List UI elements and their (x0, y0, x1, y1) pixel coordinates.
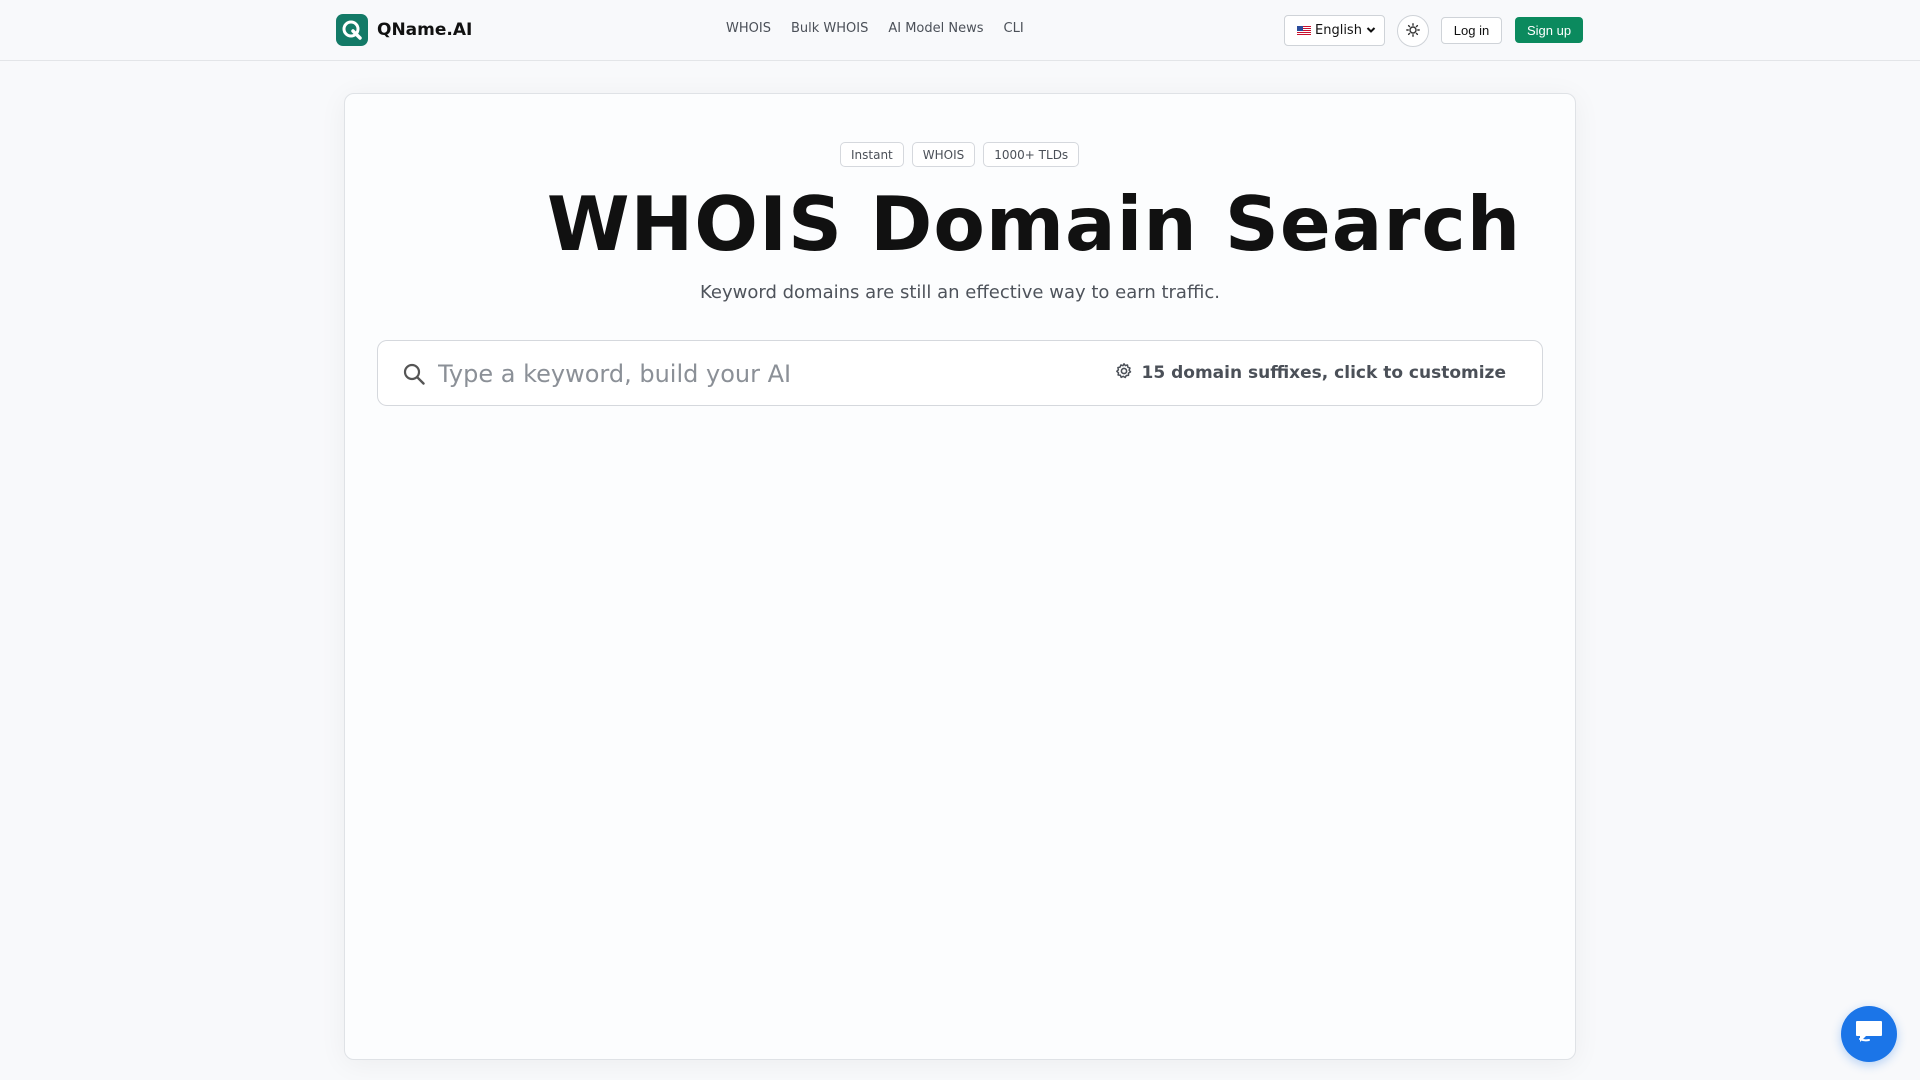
nav-item-cli[interactable]: CLI (1004, 21, 1024, 36)
nav-item-ai-model-news[interactable]: AI Model News (888, 21, 983, 36)
nav-item-whois[interactable]: WHOIS (726, 21, 771, 36)
search-icon (402, 362, 426, 390)
customize-suffixes-button[interactable]: 15 domain suffixes, click to customize (1115, 362, 1506, 384)
domain-search-bar: 15 domain suffixes, click to customize (377, 340, 1543, 406)
sun-icon (1406, 22, 1420, 41)
main-nav: WHOIS Bulk WHOIS AI Model News CLI (726, 21, 1044, 36)
feature-tags: Instant WHOIS 1000+ TLDs (840, 142, 1087, 167)
tag-whois: WHOIS (911, 142, 976, 167)
gear-icon (1115, 362, 1133, 384)
search-input[interactable] (438, 353, 1118, 395)
language-select[interactable]: English (1284, 15, 1385, 46)
chat-bubble-icon (1854, 1018, 1884, 1050)
us-flag-icon (1297, 26, 1311, 35)
qname-logo-icon (336, 14, 368, 46)
login-button[interactable]: Log in (1441, 17, 1502, 44)
suffix-count-label: 15 domain suffixes, click to customize (1141, 363, 1506, 383)
theme-toggle-button[interactable] (1397, 15, 1429, 47)
language-selected-label: English (1315, 23, 1362, 38)
tag-tlds: 1000+ TLDs (983, 142, 1080, 167)
page-subtitle: Keyword domains are still an effective w… (700, 282, 1220, 303)
brand-name: QName.AI (377, 20, 473, 40)
brand-link[interactable]: QName.AI (336, 14, 472, 46)
signup-button[interactable]: Sign up (1515, 17, 1583, 43)
top-navbar: QName.AI WHOIS Bulk WHOIS AI Model News … (0, 0, 1920, 61)
page-title: WHOIS Domain Search (546, 180, 1522, 268)
chevron-down-icon (1366, 22, 1376, 41)
chat-support-button[interactable] (1841, 1006, 1897, 1062)
nav-item-bulk-whois[interactable]: Bulk WHOIS (791, 21, 868, 36)
tag-instant: Instant (840, 142, 904, 167)
